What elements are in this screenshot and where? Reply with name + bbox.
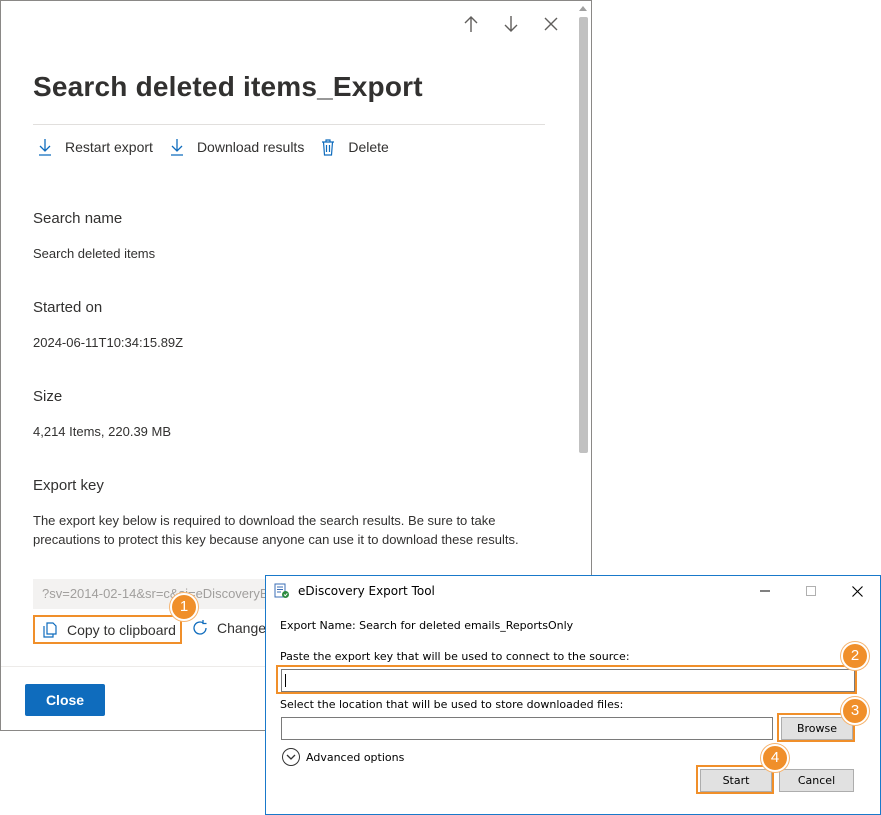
arrow-down-icon[interactable] xyxy=(501,13,521,35)
download-results-label: Download results xyxy=(196,139,305,155)
window-titlebar[interactable]: eDiscovery Export Tool xyxy=(266,576,880,606)
ediscovery-export-tool-window: eDiscovery Export Tool Export Name: Sear… xyxy=(265,575,881,815)
window-close-icon[interactable] xyxy=(834,576,880,606)
browse-button[interactable]: Browse xyxy=(781,717,853,740)
minimize-icon[interactable] xyxy=(742,576,788,606)
export-key-input[interactable] xyxy=(281,669,855,692)
size-value: 4,214 Items, 220.39 MB xyxy=(33,424,172,439)
app-icon xyxy=(274,583,290,599)
title-divider xyxy=(33,124,545,125)
step-marker-4: 4 xyxy=(761,744,789,772)
page-title: Search deleted items_Export xyxy=(33,71,423,102)
started-on-label: Started on xyxy=(33,299,103,316)
export-key-label: Export key xyxy=(33,477,104,494)
change-key-button[interactable]: Change xyxy=(191,619,266,637)
advanced-options-label: Advanced options xyxy=(306,750,405,764)
export-key-description: The export key below is required to down… xyxy=(33,513,519,547)
restart-export-label: Restart export xyxy=(65,139,153,155)
command-bar: Restart export Download results Delete xyxy=(37,137,405,157)
advanced-options-toggle[interactable]: Advanced options xyxy=(282,748,404,766)
download-arrow-icon xyxy=(37,138,53,156)
copy-to-clipboard-label: Copy to clipboard xyxy=(67,621,176,638)
refresh-icon xyxy=(191,619,209,637)
search-name-value: Search deleted items xyxy=(33,246,156,261)
close-button[interactable]: Close xyxy=(25,684,105,716)
download-location-input[interactable] xyxy=(281,717,773,740)
size-label: Size xyxy=(33,388,63,405)
maximize-icon[interactable] xyxy=(788,576,834,606)
scroll-up-arrow-icon[interactable] xyxy=(579,6,587,11)
location-prompt: Select the location that will be used to… xyxy=(280,698,624,711)
panel-navigation xyxy=(461,13,561,35)
search-name-label: Search name xyxy=(33,210,123,227)
restart-export-button[interactable]: Restart export xyxy=(37,137,153,157)
start-button[interactable]: Start xyxy=(700,769,772,792)
chevron-down-icon xyxy=(282,748,300,766)
download-results-button[interactable]: Download results xyxy=(169,137,304,157)
export-key-prompt: Paste the export key that will be used t… xyxy=(280,650,630,663)
cancel-button[interactable]: Cancel xyxy=(779,769,854,792)
scrollbar-thumb[interactable] xyxy=(579,17,588,453)
text-caret xyxy=(285,674,286,687)
copy-to-clipboard-button[interactable]: Copy to clipboard xyxy=(33,615,182,644)
step-marker-2: 2 xyxy=(841,642,869,670)
started-on-value: 2024-06-11T10:34:15.89Z xyxy=(33,335,184,350)
close-icon[interactable] xyxy=(541,13,561,35)
panel-scrollbar[interactable] xyxy=(576,2,590,664)
copy-icon xyxy=(43,621,57,638)
export-name-text: Export Name: Search for deleted emails_R… xyxy=(280,619,574,632)
delete-label: Delete xyxy=(348,139,389,155)
delete-button[interactable]: Delete xyxy=(320,137,389,157)
download-arrow-icon xyxy=(169,138,185,156)
step-marker-1: 1 xyxy=(170,593,198,621)
window-title: eDiscovery Export Tool xyxy=(298,584,435,598)
change-key-label: Change xyxy=(217,620,267,636)
export-key-field[interactable]: ?sv=2014-02-14&sr=c&si=eDiscoveryBlobPol… xyxy=(33,579,283,609)
arrow-up-icon[interactable] xyxy=(461,13,481,35)
trash-icon xyxy=(320,138,336,156)
step-marker-3: 3 xyxy=(841,697,869,725)
